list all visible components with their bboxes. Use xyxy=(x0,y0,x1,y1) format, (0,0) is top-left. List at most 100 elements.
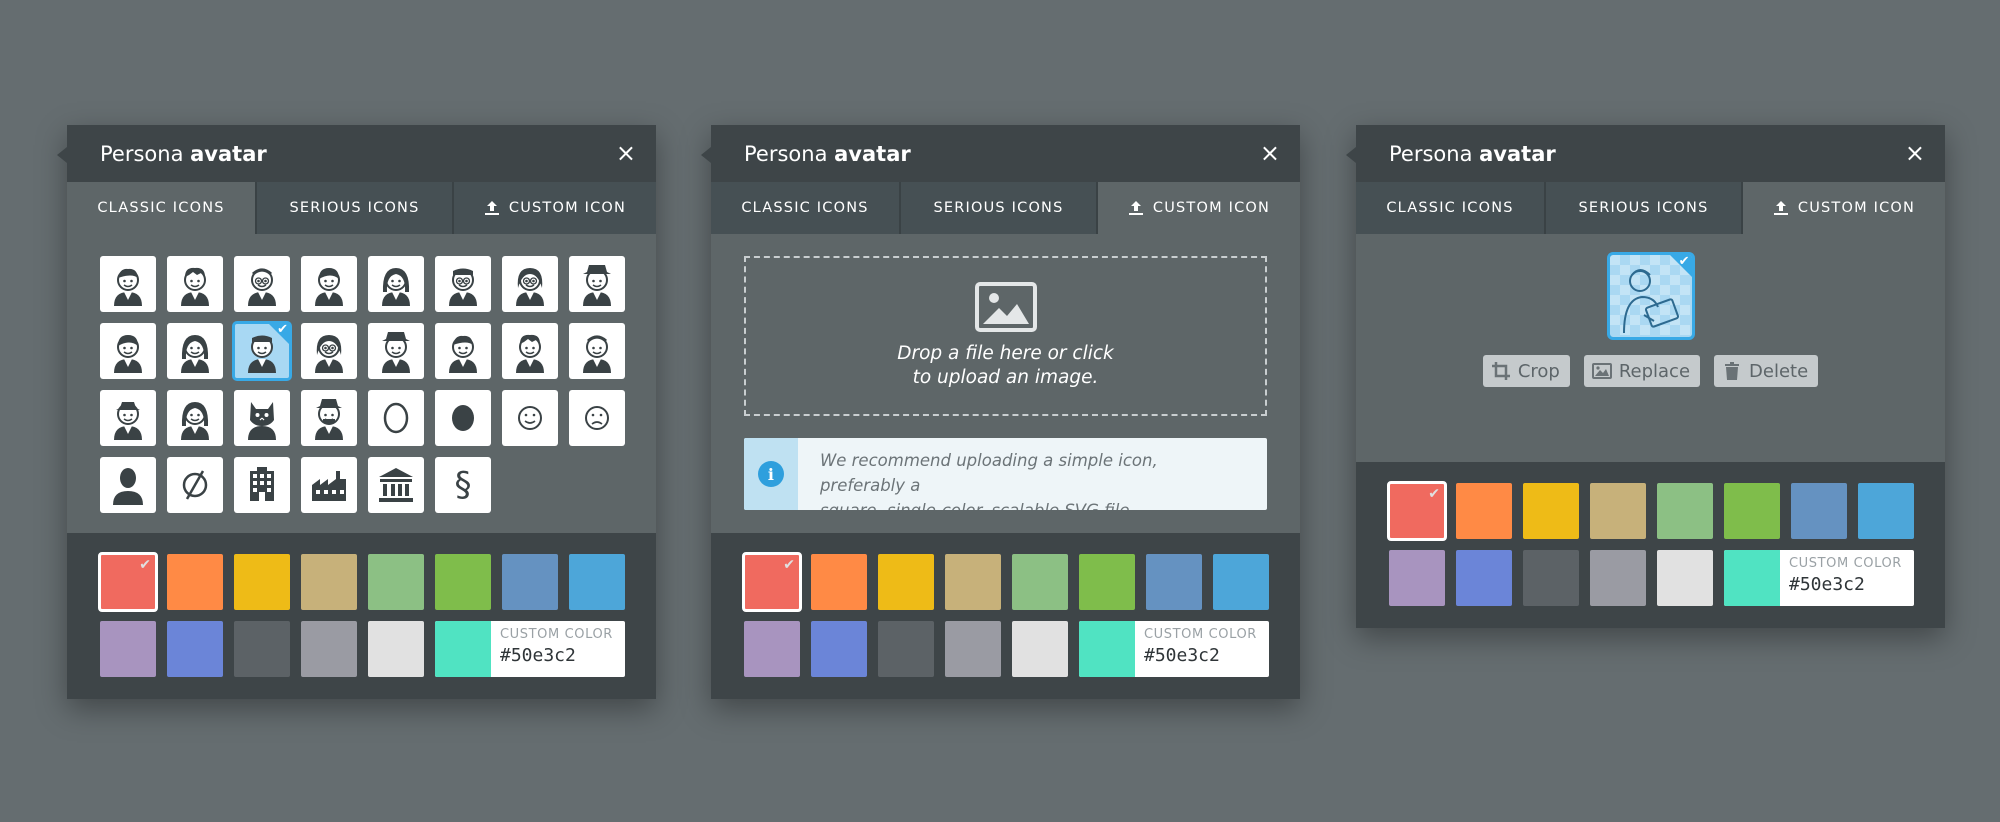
custom-color-field[interactable]: CUSTOM COLOR #50e3c2 xyxy=(435,621,625,677)
custom-color-value[interactable]: #50e3c2 xyxy=(1789,574,1902,595)
tab-custom-icon[interactable]: CUSTOM ICON xyxy=(1098,182,1300,234)
avatar-option[interactable] xyxy=(301,256,357,312)
upload-icon xyxy=(1128,201,1143,215)
close-icon[interactable]: × xyxy=(616,139,636,167)
avatar-option-selected[interactable]: ✔ xyxy=(232,321,292,381)
color-swatch[interactable] xyxy=(1456,483,1512,539)
panel-header: Persona avatar × xyxy=(67,125,656,182)
color-swatch[interactable] xyxy=(1858,483,1914,539)
color-swatch[interactable] xyxy=(1012,621,1068,677)
panel-header: Persona avatar × xyxy=(711,125,1300,182)
color-swatch[interactable] xyxy=(167,621,223,677)
replace-button[interactable]: Replace xyxy=(1583,355,1701,387)
avatar-option[interactable] xyxy=(167,390,223,446)
avatar-option[interactable] xyxy=(435,323,491,379)
tab-custom-icon[interactable]: CUSTOM ICON xyxy=(454,182,656,234)
avatar-option[interactable] xyxy=(368,390,424,446)
color-swatch[interactable]: ✔ xyxy=(98,552,158,612)
avatar-option[interactable] xyxy=(167,323,223,379)
color-swatch[interactable] xyxy=(167,554,223,610)
custom-color-label: CUSTOM COLOR xyxy=(500,627,613,642)
custom-color-value[interactable]: #50e3c2 xyxy=(1144,645,1257,666)
tab-classic-icons[interactable]: CLASSIC ICONS xyxy=(711,182,901,234)
color-swatch[interactable] xyxy=(368,621,424,677)
tab-serious-icons[interactable]: SERIOUS ICONS xyxy=(257,182,454,234)
delete-button[interactable]: Delete xyxy=(1714,355,1819,387)
color-swatch[interactable] xyxy=(1079,554,1135,610)
color-swatch[interactable] xyxy=(1146,554,1202,610)
color-swatch[interactable] xyxy=(1657,550,1713,606)
color-swatch[interactable] xyxy=(1213,554,1269,610)
avatar-option[interactable] xyxy=(368,256,424,312)
avatar-option[interactable] xyxy=(100,457,156,513)
avatar-option[interactable] xyxy=(502,390,558,446)
avatar-option[interactable] xyxy=(234,256,290,312)
custom-color-field[interactable]: CUSTOM COLOR #50e3c2 xyxy=(1079,621,1269,677)
color-swatch[interactable]: ✔ xyxy=(1387,481,1447,541)
tab-serious-icons[interactable]: SERIOUS ICONS xyxy=(901,182,1098,234)
avatar-option[interactable]: § xyxy=(435,457,491,513)
color-swatch[interactable] xyxy=(569,554,625,610)
tab-custom-icon[interactable]: CUSTOM ICON xyxy=(1743,182,1945,234)
tab-bar: CLASSIC ICONS SERIOUS ICONS CUSTOM ICON xyxy=(1356,182,1945,234)
avatar-option[interactable] xyxy=(569,323,625,379)
color-picker: ✔ CUSTOM COLOR #50e3c2 xyxy=(711,533,1300,699)
color-swatch[interactable] xyxy=(1523,550,1579,606)
avatar-option[interactable] xyxy=(368,323,424,379)
color-swatch[interactable] xyxy=(811,554,867,610)
color-swatch[interactable]: ✔ xyxy=(742,552,802,612)
avatar-option[interactable] xyxy=(502,323,558,379)
tab-classic-icons[interactable]: CLASSIC ICONS xyxy=(1356,182,1546,234)
color-swatch[interactable] xyxy=(1523,483,1579,539)
avatar-option[interactable] xyxy=(301,457,357,513)
color-swatch[interactable] xyxy=(945,554,1001,610)
color-swatch[interactable] xyxy=(1657,483,1713,539)
color-swatch[interactable] xyxy=(811,621,867,677)
avatar-option[interactable] xyxy=(301,323,357,379)
color-swatch[interactable] xyxy=(301,621,357,677)
color-swatch[interactable] xyxy=(1456,550,1512,606)
custom-color-field[interactable]: CUSTOM COLOR #50e3c2 xyxy=(1724,550,1914,606)
color-swatch[interactable] xyxy=(502,554,558,610)
close-icon[interactable]: × xyxy=(1905,139,1925,167)
color-swatch[interactable] xyxy=(435,554,491,610)
color-swatch[interactable] xyxy=(1590,550,1646,606)
avatar-option[interactable] xyxy=(301,390,357,446)
custom-color-value[interactable]: #50e3c2 xyxy=(500,645,613,666)
avatar-option[interactable] xyxy=(435,390,491,446)
color-swatch[interactable] xyxy=(368,554,424,610)
avatar-option[interactable] xyxy=(435,256,491,312)
avatar-option[interactable] xyxy=(100,390,156,446)
color-swatch[interactable] xyxy=(1590,483,1646,539)
color-swatch[interactable] xyxy=(878,554,934,610)
color-swatch[interactable] xyxy=(1012,554,1068,610)
avatar-option[interactable] xyxy=(100,256,156,312)
color-swatch[interactable] xyxy=(878,621,934,677)
avatar-option[interactable] xyxy=(368,457,424,513)
avatar-option[interactable] xyxy=(167,256,223,312)
tab-classic-icons[interactable]: CLASSIC ICONS xyxy=(67,182,257,234)
close-icon[interactable]: × xyxy=(1260,139,1280,167)
avatar-option[interactable] xyxy=(234,457,290,513)
avatar-option[interactable] xyxy=(569,256,625,312)
avatar-option[interactable] xyxy=(502,256,558,312)
avatar-option[interactable] xyxy=(569,390,625,446)
tab-serious-icons[interactable]: SERIOUS ICONS xyxy=(1546,182,1743,234)
upload-area: Drop a file here or click to upload an i… xyxy=(711,234,1300,533)
avatar-option[interactable] xyxy=(234,390,290,446)
color-swatch[interactable] xyxy=(100,621,156,677)
avatar-option[interactable] xyxy=(100,323,156,379)
color-swatch[interactable] xyxy=(234,554,290,610)
color-swatch[interactable] xyxy=(1791,483,1847,539)
color-swatch[interactable] xyxy=(234,621,290,677)
color-picker: ✔ CUSTOM COLOR #50e3c2 xyxy=(67,533,656,699)
custom-avatar-preview[interactable]: ✔ xyxy=(1606,252,1695,340)
color-swatch[interactable] xyxy=(301,554,357,610)
color-swatch[interactable] xyxy=(744,621,800,677)
color-swatch[interactable] xyxy=(1389,550,1445,606)
color-swatch[interactable] xyxy=(945,621,1001,677)
crop-button[interactable]: Crop xyxy=(1482,355,1570,387)
avatar-option[interactable] xyxy=(167,457,223,513)
file-dropzone[interactable]: Drop a file here or click to upload an i… xyxy=(744,256,1267,416)
color-swatch[interactable] xyxy=(1724,483,1780,539)
